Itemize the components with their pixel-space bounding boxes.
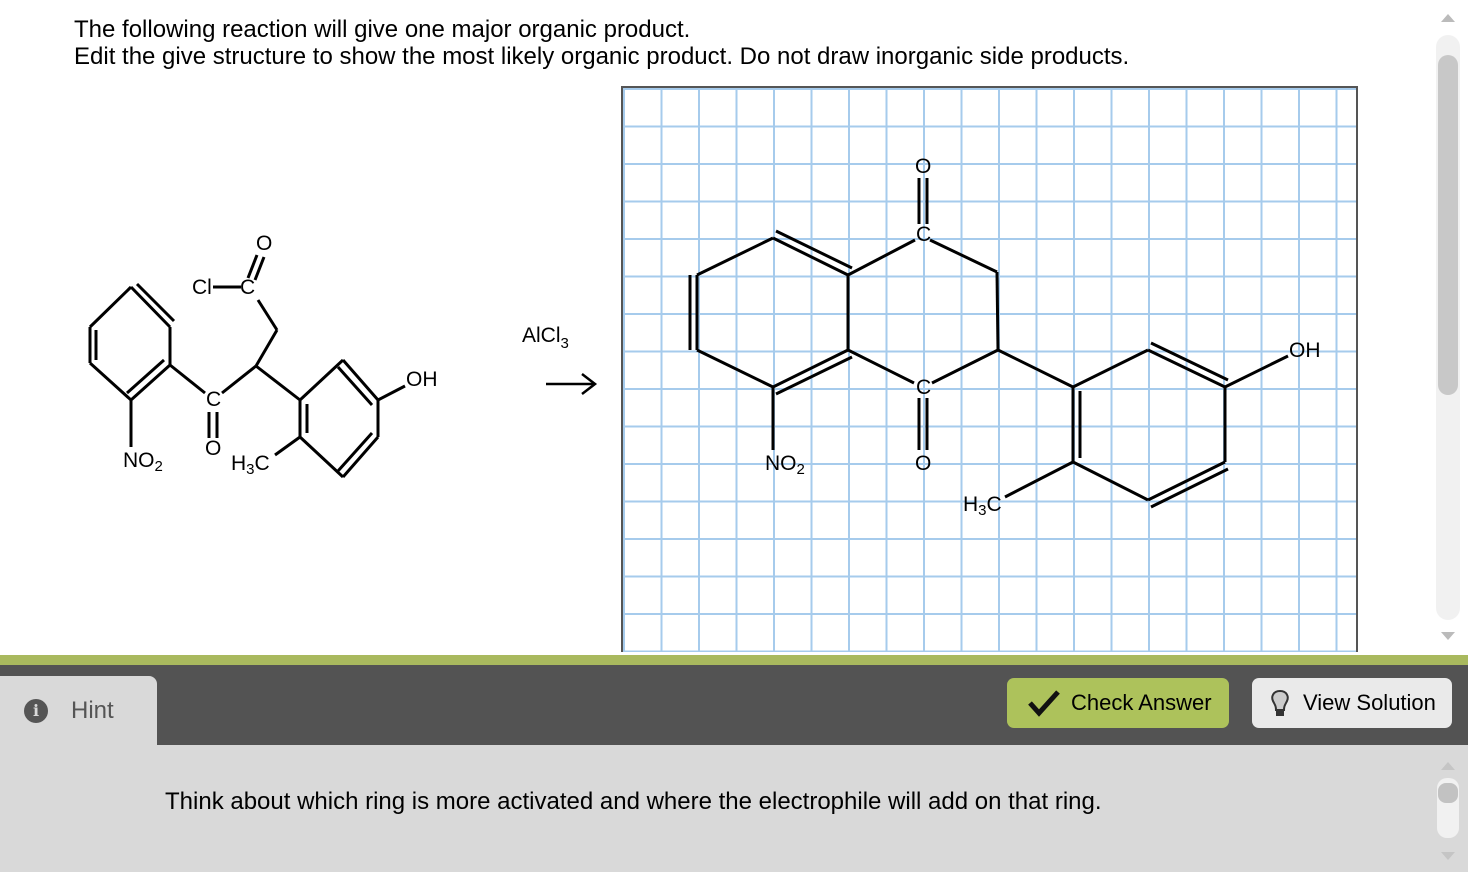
view-solution-label: View Solution — [1303, 690, 1436, 715]
hint-scroll-down-icon[interactable] — [1441, 852, 1455, 860]
scroll-down-icon[interactable] — [1441, 632, 1455, 640]
check-answer-label: Check Answer — [1071, 690, 1212, 715]
no2-label: NO2 — [765, 452, 805, 478]
footer-toolbar — [0, 665, 1468, 745]
bottom-o-label: O — [915, 452, 931, 475]
info-icon[interactable]: i — [24, 699, 48, 723]
hint-text: Think about which ring is more activated… — [165, 788, 1102, 815]
bottom-c-label: C — [916, 376, 931, 399]
lightbulb-icon — [1271, 689, 1289, 716]
top-c-label: C — [916, 223, 931, 246]
check-answer-button[interactable]: Check Answer — [1007, 678, 1229, 728]
product-structure[interactable]: O C C O NO2 OH H3C — [0, 0, 1436, 650]
scrollbar-thumb[interactable] — [1438, 55, 1458, 395]
oh-label: OH — [1289, 339, 1321, 362]
hint-label[interactable]: Hint — [71, 697, 114, 725]
hint-scrollbar-thumb[interactable] — [1438, 783, 1458, 803]
top-o-label: O — [915, 155, 931, 178]
hint-scroll-up-icon[interactable] — [1441, 762, 1455, 770]
checkmark-icon — [1028, 690, 1060, 717]
view-solution-button[interactable]: View Solution — [1252, 678, 1452, 728]
toolbar-accent — [0, 655, 1468, 665]
scroll-up-icon[interactable] — [1441, 14, 1455, 22]
methyl-label: H3C — [963, 493, 1002, 519]
